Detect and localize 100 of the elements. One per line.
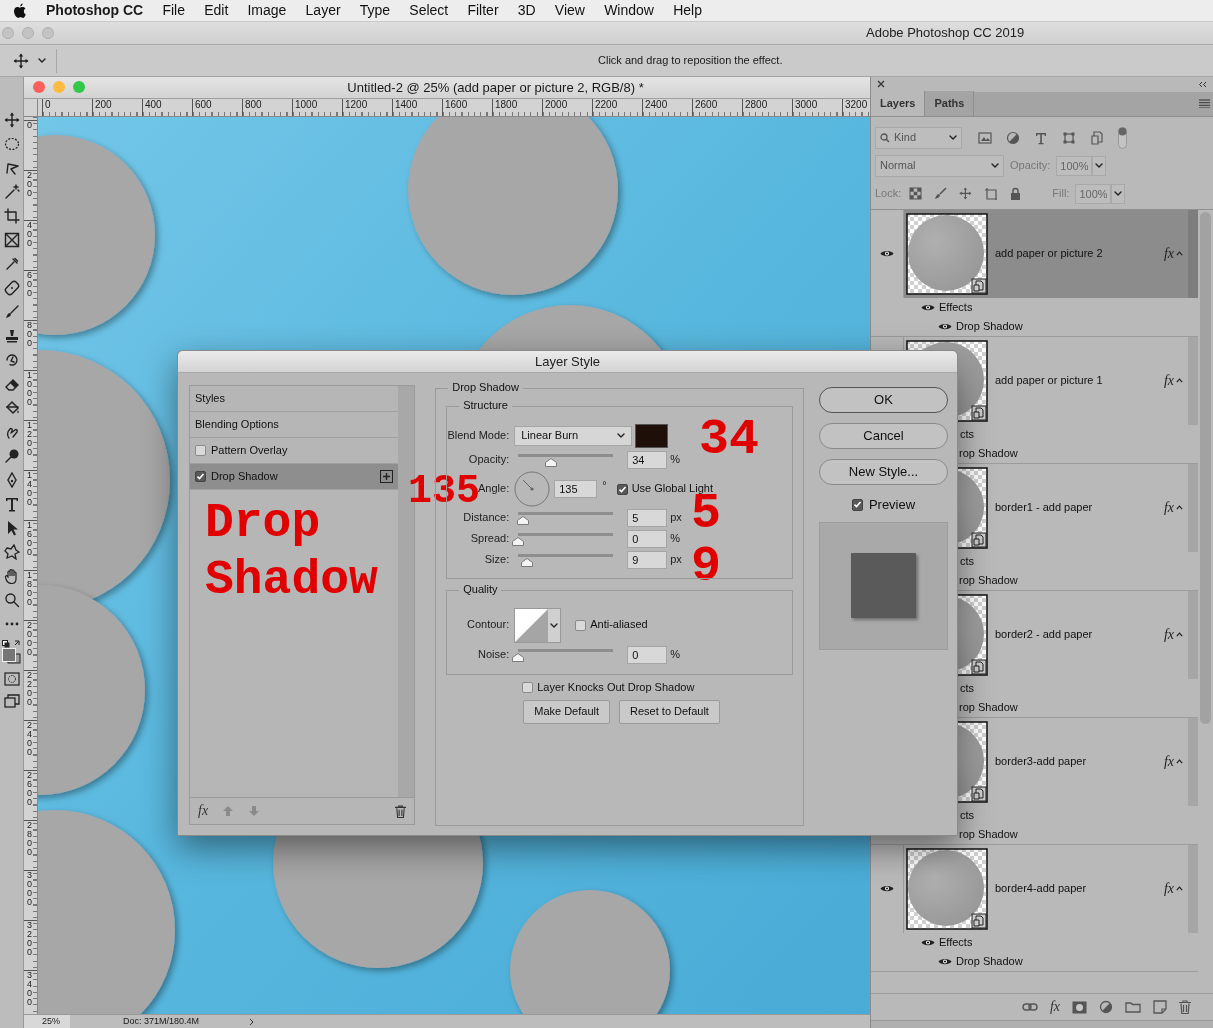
- move-icon[interactable]: [13, 52, 29, 69]
- slider-thumb[interactable]: [512, 537, 525, 546]
- add-effect-icon[interactable]: [380, 470, 394, 483]
- contour-picker[interactable]: [514, 607, 562, 643]
- collapse-caret-icon[interactable]: [1176, 632, 1183, 638]
- value-field[interactable]: 9: [627, 550, 668, 569]
- history-brush-icon[interactable]: [3, 352, 20, 368]
- screen-mode-icon[interactable]: [3, 694, 20, 708]
- lock-pixels-icon[interactable]: [909, 187, 923, 201]
- panel-tab[interactable]: Paths: [925, 91, 975, 117]
- image-filter-icon[interactable]: [978, 131, 992, 145]
- add-style-button[interactable]: fx: [1049, 998, 1060, 1016]
- slider-thumb[interactable]: [512, 653, 525, 662]
- stamp-icon[interactable]: [3, 328, 20, 344]
- value-field[interactable]: 34: [627, 450, 668, 469]
- collapse-caret-icon[interactable]: [1176, 759, 1183, 765]
- checkbox[interactable]: [616, 483, 628, 495]
- menu-item[interactable]: Type: [350, 2, 400, 19]
- checkbox[interactable]: [522, 682, 534, 693]
- menu-item[interactable]: 3D: [508, 2, 546, 19]
- close-icon[interactable]: [877, 80, 885, 89]
- collapse-icon[interactable]: [1198, 81, 1207, 88]
- checkbox[interactable]: [851, 498, 863, 511]
- resize-grip[interactable]: [871, 1020, 1213, 1028]
- kind-filter-dropdown[interactable]: Kind: [875, 127, 962, 149]
- menu-item[interactable]: Help: [663, 2, 712, 19]
- checkbox[interactable]: [195, 471, 206, 482]
- value-field[interactable]: 0: [627, 529, 668, 548]
- eye-icon[interactable]: [921, 303, 935, 312]
- menu-item[interactable]: View: [545, 2, 595, 19]
- lasso-icon[interactable]: [3, 160, 20, 176]
- filter-toggle-switch[interactable]: [1118, 127, 1127, 149]
- brush-icon[interactable]: [3, 304, 20, 320]
- magic-wand-icon[interactable]: [3, 184, 20, 200]
- dropdown-button[interactable]: [1111, 184, 1126, 204]
- dialog-button[interactable]: Reset to Default: [619, 700, 720, 724]
- dodge-icon[interactable]: [3, 448, 20, 464]
- menu-item[interactable]: Image: [237, 2, 296, 19]
- hand-icon[interactable]: [3, 568, 20, 584]
- dialog-button[interactable]: New Style...: [819, 459, 948, 485]
- zoom-field[interactable]: 25%: [24, 1015, 70, 1028]
- collapse-caret-icon[interactable]: [1176, 378, 1183, 384]
- new-layer-icon[interactable]: [1153, 1000, 1167, 1015]
- menu-item[interactable]: Edit: [194, 2, 238, 19]
- blend-mode-dropdown[interactable]: Linear Burn: [514, 425, 633, 446]
- checkbox[interactable]: [195, 445, 206, 456]
- type-tool-icon[interactable]: [3, 496, 20, 512]
- crop-icon[interactable]: [3, 208, 20, 224]
- color-swatches-icon[interactable]: [1, 640, 22, 664]
- padlock-icon[interactable]: [1009, 187, 1023, 201]
- dialog-button[interactable]: Make Default: [523, 700, 611, 724]
- color-swatch[interactable]: [635, 423, 669, 448]
- artboard-lock-icon[interactable]: [984, 187, 998, 201]
- panel-tab[interactable]: Layers: [871, 91, 926, 117]
- adjustment-filter-icon[interactable]: [1006, 131, 1020, 145]
- ellipse-marquee-icon[interactable]: [3, 136, 20, 152]
- app-menu[interactable]: Photoshop CC: [27, 2, 153, 19]
- menu-item[interactable]: Layer: [296, 2, 351, 19]
- menu-item[interactable]: Window: [594, 2, 664, 19]
- paint-bucket-icon[interactable]: [3, 400, 20, 416]
- collapse-caret-icon[interactable]: [1176, 251, 1183, 257]
- collapse-caret-icon[interactable]: [1176, 886, 1183, 892]
- layer-row[interactable]: border4-add paper fx: [904, 845, 1198, 933]
- trash-icon[interactable]: [395, 804, 407, 818]
- trash-icon[interactable]: [1179, 1000, 1191, 1015]
- frame-icon[interactable]: [3, 232, 20, 248]
- move-lock-icon[interactable]: [959, 187, 973, 201]
- layer-row[interactable]: add paper or picture 2 fx: [904, 210, 1198, 298]
- collapse-caret-icon[interactable]: [1176, 505, 1183, 511]
- style-list-item[interactable]: Drop Shadow: [190, 464, 399, 490]
- add-style-button[interactable]: fx: [198, 802, 209, 820]
- dropdown-button[interactable]: [1092, 156, 1107, 176]
- type-filter-icon[interactable]: [1034, 131, 1048, 145]
- dialog-button[interactable]: OK: [819, 387, 948, 413]
- eye-icon[interactable]: [880, 884, 894, 894]
- checkbox[interactable]: [575, 619, 587, 631]
- adjustment-layer-icon[interactable]: [1099, 1000, 1113, 1015]
- shape-filter-icon[interactable]: [1062, 131, 1076, 145]
- mask-icon[interactable]: [1072, 1000, 1087, 1014]
- value-field[interactable]: 5: [627, 508, 668, 527]
- brush-lock-icon[interactable]: [934, 187, 948, 201]
- dialog-button[interactable]: Cancel: [819, 423, 948, 449]
- menu-icon[interactable]: [1199, 99, 1210, 109]
- eye-icon[interactable]: [938, 957, 952, 966]
- link-icon[interactable]: [1021, 1002, 1038, 1013]
- folder-icon[interactable]: [1125, 1001, 1141, 1014]
- menu-item[interactable]: Filter: [457, 2, 509, 19]
- move-icon[interactable]: [3, 112, 20, 128]
- value-field[interactable]: 135: [554, 480, 598, 498]
- blend-mode-dropdown[interactable]: Normal: [875, 155, 1004, 177]
- shape-icon[interactable]: [3, 544, 20, 560]
- chevron-right-icon[interactable]: [249, 1017, 255, 1026]
- eye-icon[interactable]: [938, 322, 952, 331]
- menu-item[interactable]: File: [152, 2, 195, 19]
- eye-icon[interactable]: [880, 249, 894, 259]
- quick-mask-icon[interactable]: [3, 672, 20, 686]
- magnifier-icon[interactable]: [3, 592, 20, 608]
- menu-item[interactable]: Select: [399, 2, 458, 19]
- value-field[interactable]: 0: [627, 645, 668, 664]
- eye-icon[interactable]: [921, 938, 935, 947]
